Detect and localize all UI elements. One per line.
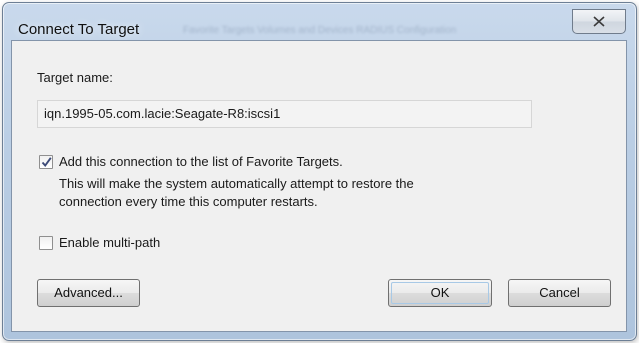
ok-button[interactable]: OK — [388, 279, 492, 307]
close-x-icon — [593, 16, 605, 27]
close-button[interactable] — [572, 9, 626, 34]
enable-multipath-label[interactable]: Enable multi-path — [59, 235, 160, 250]
description-line-2: connection every time this computer rest… — [59, 194, 318, 209]
title-bar[interactable]: Connect To Target Favorite Targets Volum… — [3, 3, 636, 41]
checkmark-icon — [41, 157, 52, 168]
ok-button-label: OK — [430, 285, 450, 300]
favorite-targets-label[interactable]: Add this connection to the list of Favor… — [59, 154, 343, 169]
dialog-body: Target name: iqn.1995-05.com.lacie:Seaga… — [11, 40, 627, 332]
dialog-title: Connect To Target — [18, 21, 140, 38]
cancel-button[interactable]: Cancel — [508, 279, 611, 307]
favorite-targets-checkbox[interactable] — [39, 155, 53, 169]
enable-multipath-checkbox[interactable] — [39, 236, 53, 250]
favorite-targets-description: This will make the system automatically … — [59, 175, 529, 211]
target-name-label: Target name: — [37, 70, 113, 85]
advanced-button[interactable]: Advanced... — [37, 279, 140, 307]
description-line-1: This will make the system automatically … — [59, 176, 414, 191]
connect-to-target-dialog: Connect To Target Favorite Targets Volum… — [2, 2, 637, 341]
target-name-field[interactable]: iqn.1995-05.com.lacie:Seagate-R8:iscsi1 — [37, 100, 532, 128]
background-tabs-ghost: Favorite Targets Volumes and Devices RAD… — [183, 25, 457, 36]
